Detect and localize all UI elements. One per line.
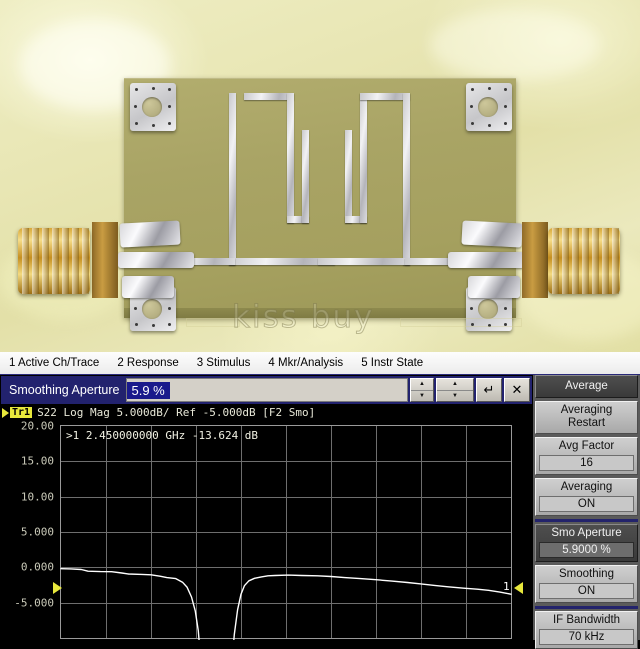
y-axis-tick: -5.000 bbox=[14, 596, 54, 610]
microstrip-trace bbox=[360, 93, 367, 223]
softkey-value: ON bbox=[539, 496, 634, 512]
mounting-pad bbox=[130, 83, 176, 131]
y-axis-tick: 10.00 bbox=[20, 490, 54, 504]
entry-bar: Smoothing Aperture 5.9 % ▲ ▼ ▲ ▼ ↵ ✕ bbox=[0, 375, 533, 405]
y-axis-tick: 5.000 bbox=[20, 525, 54, 539]
softkey-label: Smoothing bbox=[559, 568, 614, 580]
softkey-value: 16 bbox=[539, 455, 634, 471]
trace-header-text: S22 Log Mag 5.000dB/ Ref -5.000dB [F2 Sm… bbox=[37, 406, 316, 419]
trace-header[interactable]: Tr1 S22 Log Mag 5.000dB/ Ref -5.000dB [F… bbox=[0, 405, 315, 420]
solder-joint bbox=[468, 276, 520, 298]
softkey-title-average: Average bbox=[535, 375, 638, 398]
mounting-hole bbox=[478, 97, 498, 117]
softkey-label: Avg Factor bbox=[558, 440, 615, 452]
softkey-label: IF Bandwidth bbox=[552, 614, 621, 626]
softkey-label: Averaging Restart bbox=[560, 404, 613, 429]
softkey-label: Averaging bbox=[560, 481, 613, 493]
solder-joint bbox=[448, 252, 524, 268]
graph-area: Tr1 S22 Log Mag 5.000dB/ Ref -5.000dB [F… bbox=[0, 405, 533, 640]
softkey-averaging[interactable]: Averaging ON bbox=[535, 478, 638, 516]
mounting-hole bbox=[478, 299, 498, 319]
sma-connector-right bbox=[548, 228, 620, 294]
s22-trace-curve bbox=[60, 567, 512, 640]
microstrip-trace bbox=[345, 130, 352, 223]
menu-item-active-ch-trace[interactable]: 1 Active Ch/Trace bbox=[0, 357, 108, 369]
solder-joint bbox=[118, 252, 194, 268]
watermark-text: kiss buy bbox=[231, 299, 375, 336]
entry-bar-label: Smoothing Aperture bbox=[9, 383, 120, 397]
microstrip-trace bbox=[287, 93, 294, 223]
softkey-title-label: Average bbox=[565, 380, 608, 392]
entry-bar-value: 5.9 % bbox=[126, 381, 170, 399]
product-photo: kiss buy bbox=[0, 0, 640, 352]
softkey-if-bandwidth[interactable]: IF Bandwidth 70 kHz bbox=[535, 611, 638, 649]
close-icon[interactable]: ✕ bbox=[504, 378, 530, 402]
sma-connector-left bbox=[18, 228, 90, 294]
softkey-sidebar: Average Averaging Restart Avg Factor 16 … bbox=[533, 375, 640, 649]
softkey-averaging-restart[interactable]: Averaging Restart bbox=[535, 401, 638, 434]
softkey-value: ON bbox=[539, 583, 634, 599]
y-axis-tick: 15.00 bbox=[20, 454, 54, 468]
stepper-up-icon[interactable]: ▲ bbox=[411, 379, 433, 391]
microstrip-trace bbox=[318, 258, 410, 265]
softkey-avg-factor[interactable]: Avg Factor 16 bbox=[535, 437, 638, 475]
softkey-label: Smo Aperture bbox=[551, 527, 622, 539]
stepper-fine[interactable]: ▲ ▼ bbox=[436, 378, 474, 402]
y-axis-tick: 0.000 bbox=[20, 560, 54, 574]
y-axis-labels: 20.00 15.00 10.00 5.000 0.000 -5.000 bbox=[0, 420, 58, 639]
solder-joint bbox=[461, 220, 523, 248]
sma-connector-body bbox=[92, 222, 118, 298]
stepper-down-icon[interactable]: ▼ bbox=[411, 391, 433, 402]
softkey-smoothing[interactable]: Smoothing ON bbox=[535, 565, 638, 603]
menu-item-mkr-analysis[interactable]: 4 Mkr/Analysis bbox=[259, 357, 352, 369]
menu-item-response[interactable]: 2 Response bbox=[108, 357, 187, 369]
y-axis-tick: 20.00 bbox=[20, 419, 54, 433]
trace-badge[interactable]: Tr1 bbox=[10, 407, 33, 418]
vna-screenshot: kiss buy 1 Active Ch/Trace 2 Response 3 … bbox=[0, 0, 640, 649]
menu-item-stimulus[interactable]: 3 Stimulus bbox=[188, 357, 260, 369]
reference-marker-right-icon bbox=[514, 582, 523, 594]
stepper-coarse[interactable]: ▲ ▼ bbox=[410, 378, 434, 402]
microstrip-trace bbox=[229, 93, 236, 265]
softkey-smo-aperture[interactable]: Smo Aperture 5.9000 % bbox=[535, 524, 638, 562]
reference-marker-left-icon bbox=[53, 582, 62, 594]
mounting-hole bbox=[142, 97, 162, 117]
menu-item-instr-state[interactable]: 5 Instr State bbox=[352, 357, 432, 369]
enter-key-icon[interactable]: ↵ bbox=[476, 378, 502, 402]
mounting-hole bbox=[142, 299, 162, 319]
marker-1-label: 1 bbox=[503, 580, 510, 594]
sma-connector-body bbox=[522, 222, 548, 298]
microstrip-trace bbox=[403, 93, 410, 265]
solder-joint bbox=[122, 276, 174, 298]
active-trace-triangle-icon bbox=[2, 407, 9, 418]
menu-bar: 1 Active Ch/Trace 2 Response 3 Stimulus … bbox=[0, 352, 640, 376]
smoothing-aperture-input[interactable]: 5.9 % bbox=[125, 378, 408, 402]
softkey-divider bbox=[535, 606, 638, 609]
microstrip-trace bbox=[302, 130, 309, 223]
photo-highlight bbox=[430, 10, 600, 80]
stepper-down-icon[interactable]: ▼ bbox=[437, 391, 473, 402]
mounting-pad bbox=[466, 83, 512, 131]
watermark-dash bbox=[400, 318, 522, 327]
softkey-value: 70 kHz bbox=[539, 629, 634, 645]
solder-joint bbox=[119, 220, 181, 248]
plot-grid[interactable]: >1 2.450000000 GHz -13.624 dB 1 bbox=[60, 425, 512, 640]
softkey-divider bbox=[535, 519, 638, 522]
softkey-value: 5.9000 % bbox=[539, 542, 634, 558]
pcb-substrate bbox=[124, 78, 516, 318]
stepper-up-icon[interactable]: ▲ bbox=[437, 379, 473, 391]
